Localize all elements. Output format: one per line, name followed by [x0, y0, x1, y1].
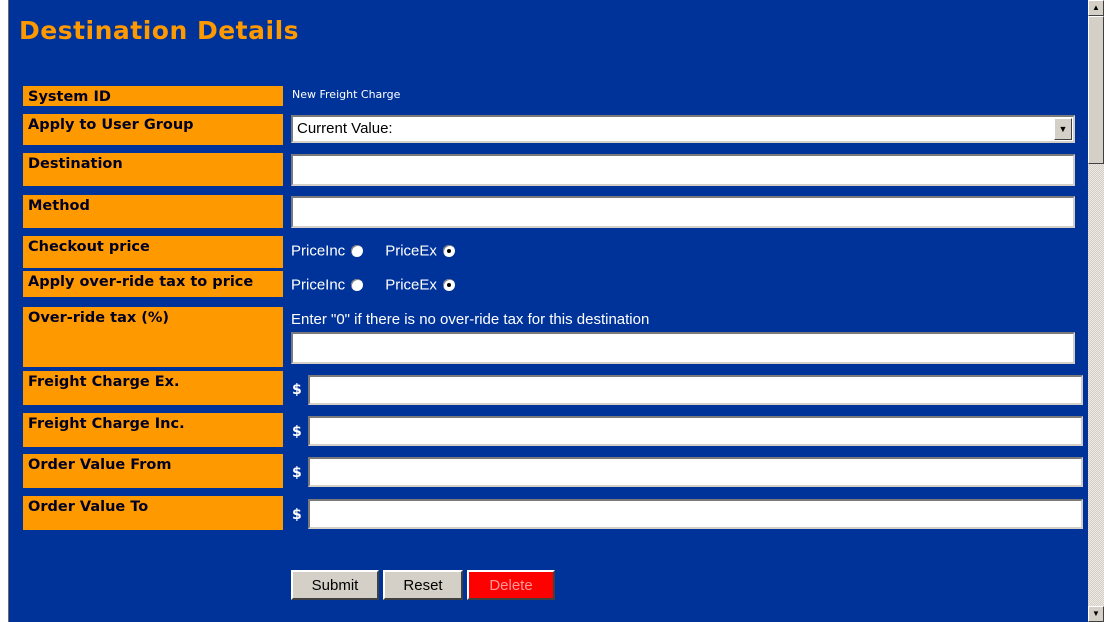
system-id-label: System ID [23, 86, 283, 106]
scroll-down-arrow-icon[interactable]: ▼ [1088, 606, 1104, 622]
window-left-edge [0, 0, 9, 622]
destination-input[interactable] [291, 154, 1075, 186]
override-tax-hint: Enter "0" if there is no over-ride tax f… [291, 311, 650, 328]
freight-inc-currency: $ [292, 424, 302, 440]
scrollbar-thumb[interactable] [1088, 16, 1104, 164]
checkout-price-ex-label: PriceEx [385, 242, 437, 260]
freight-ex-input[interactable] [308, 375, 1083, 405]
order-to-currency: $ [292, 507, 302, 523]
freight-ex-label: Freight Charge Ex. [23, 371, 283, 405]
user-group-select[interactable]: Current Value: ▼ [291, 115, 1075, 143]
checkout-price-ex-radio[interactable] [442, 245, 455, 258]
override-apply-inc-label: PriceInc [291, 276, 346, 294]
method-label: Method [23, 195, 283, 228]
submit-button[interactable]: Submit [291, 570, 379, 600]
checkout-price-inc-radio[interactable] [351, 245, 364, 258]
order-to-label: Order Value To [23, 496, 283, 530]
override-apply-ex-label: PriceEx [385, 276, 437, 294]
page-title: Destination Details [19, 16, 300, 45]
destination-form-panel: Destination Details System ID New Freigh… [9, 0, 1088, 622]
freight-inc-label: Freight Charge Inc. [23, 413, 283, 447]
override-apply-label: Apply over-ride tax to price [23, 271, 283, 297]
order-from-currency: $ [292, 465, 302, 481]
freight-ex-currency: $ [292, 382, 302, 398]
override-tax-input[interactable] [291, 332, 1075, 364]
freight-inc-input[interactable] [308, 416, 1083, 446]
delete-button[interactable]: Delete [467, 570, 555, 600]
system-id-value: New Freight Charge [292, 88, 401, 101]
chevron-down-icon[interactable]: ▼ [1054, 118, 1072, 140]
override-tax-label: Over-ride tax (%) [23, 307, 283, 367]
user-group-selected-value: Current Value: [297, 120, 393, 137]
reset-button[interactable]: Reset [383, 570, 463, 600]
override-apply-inc-radio[interactable] [351, 279, 364, 292]
order-from-label: Order Value From [23, 454, 283, 488]
checkout-price-inc-label: PriceInc [291, 242, 346, 260]
destination-label: Destination [23, 153, 283, 186]
user-group-label: Apply to User Group [23, 114, 283, 145]
method-input[interactable] [291, 196, 1075, 228]
scroll-up-arrow-icon[interactable]: ▲ [1088, 0, 1104, 16]
browser-frame: Destination Details System ID New Freigh… [0, 0, 1104, 622]
order-from-input[interactable] [308, 457, 1083, 487]
override-apply-ex-radio[interactable] [442, 279, 455, 292]
vertical-scrollbar[interactable]: ▲ ▼ [1088, 0, 1104, 622]
override-apply-options: PriceInc PriceEx [291, 276, 477, 294]
order-to-input[interactable] [308, 499, 1083, 529]
checkout-price-label: Checkout price [23, 236, 283, 268]
checkout-price-options: PriceInc PriceEx [291, 242, 477, 260]
